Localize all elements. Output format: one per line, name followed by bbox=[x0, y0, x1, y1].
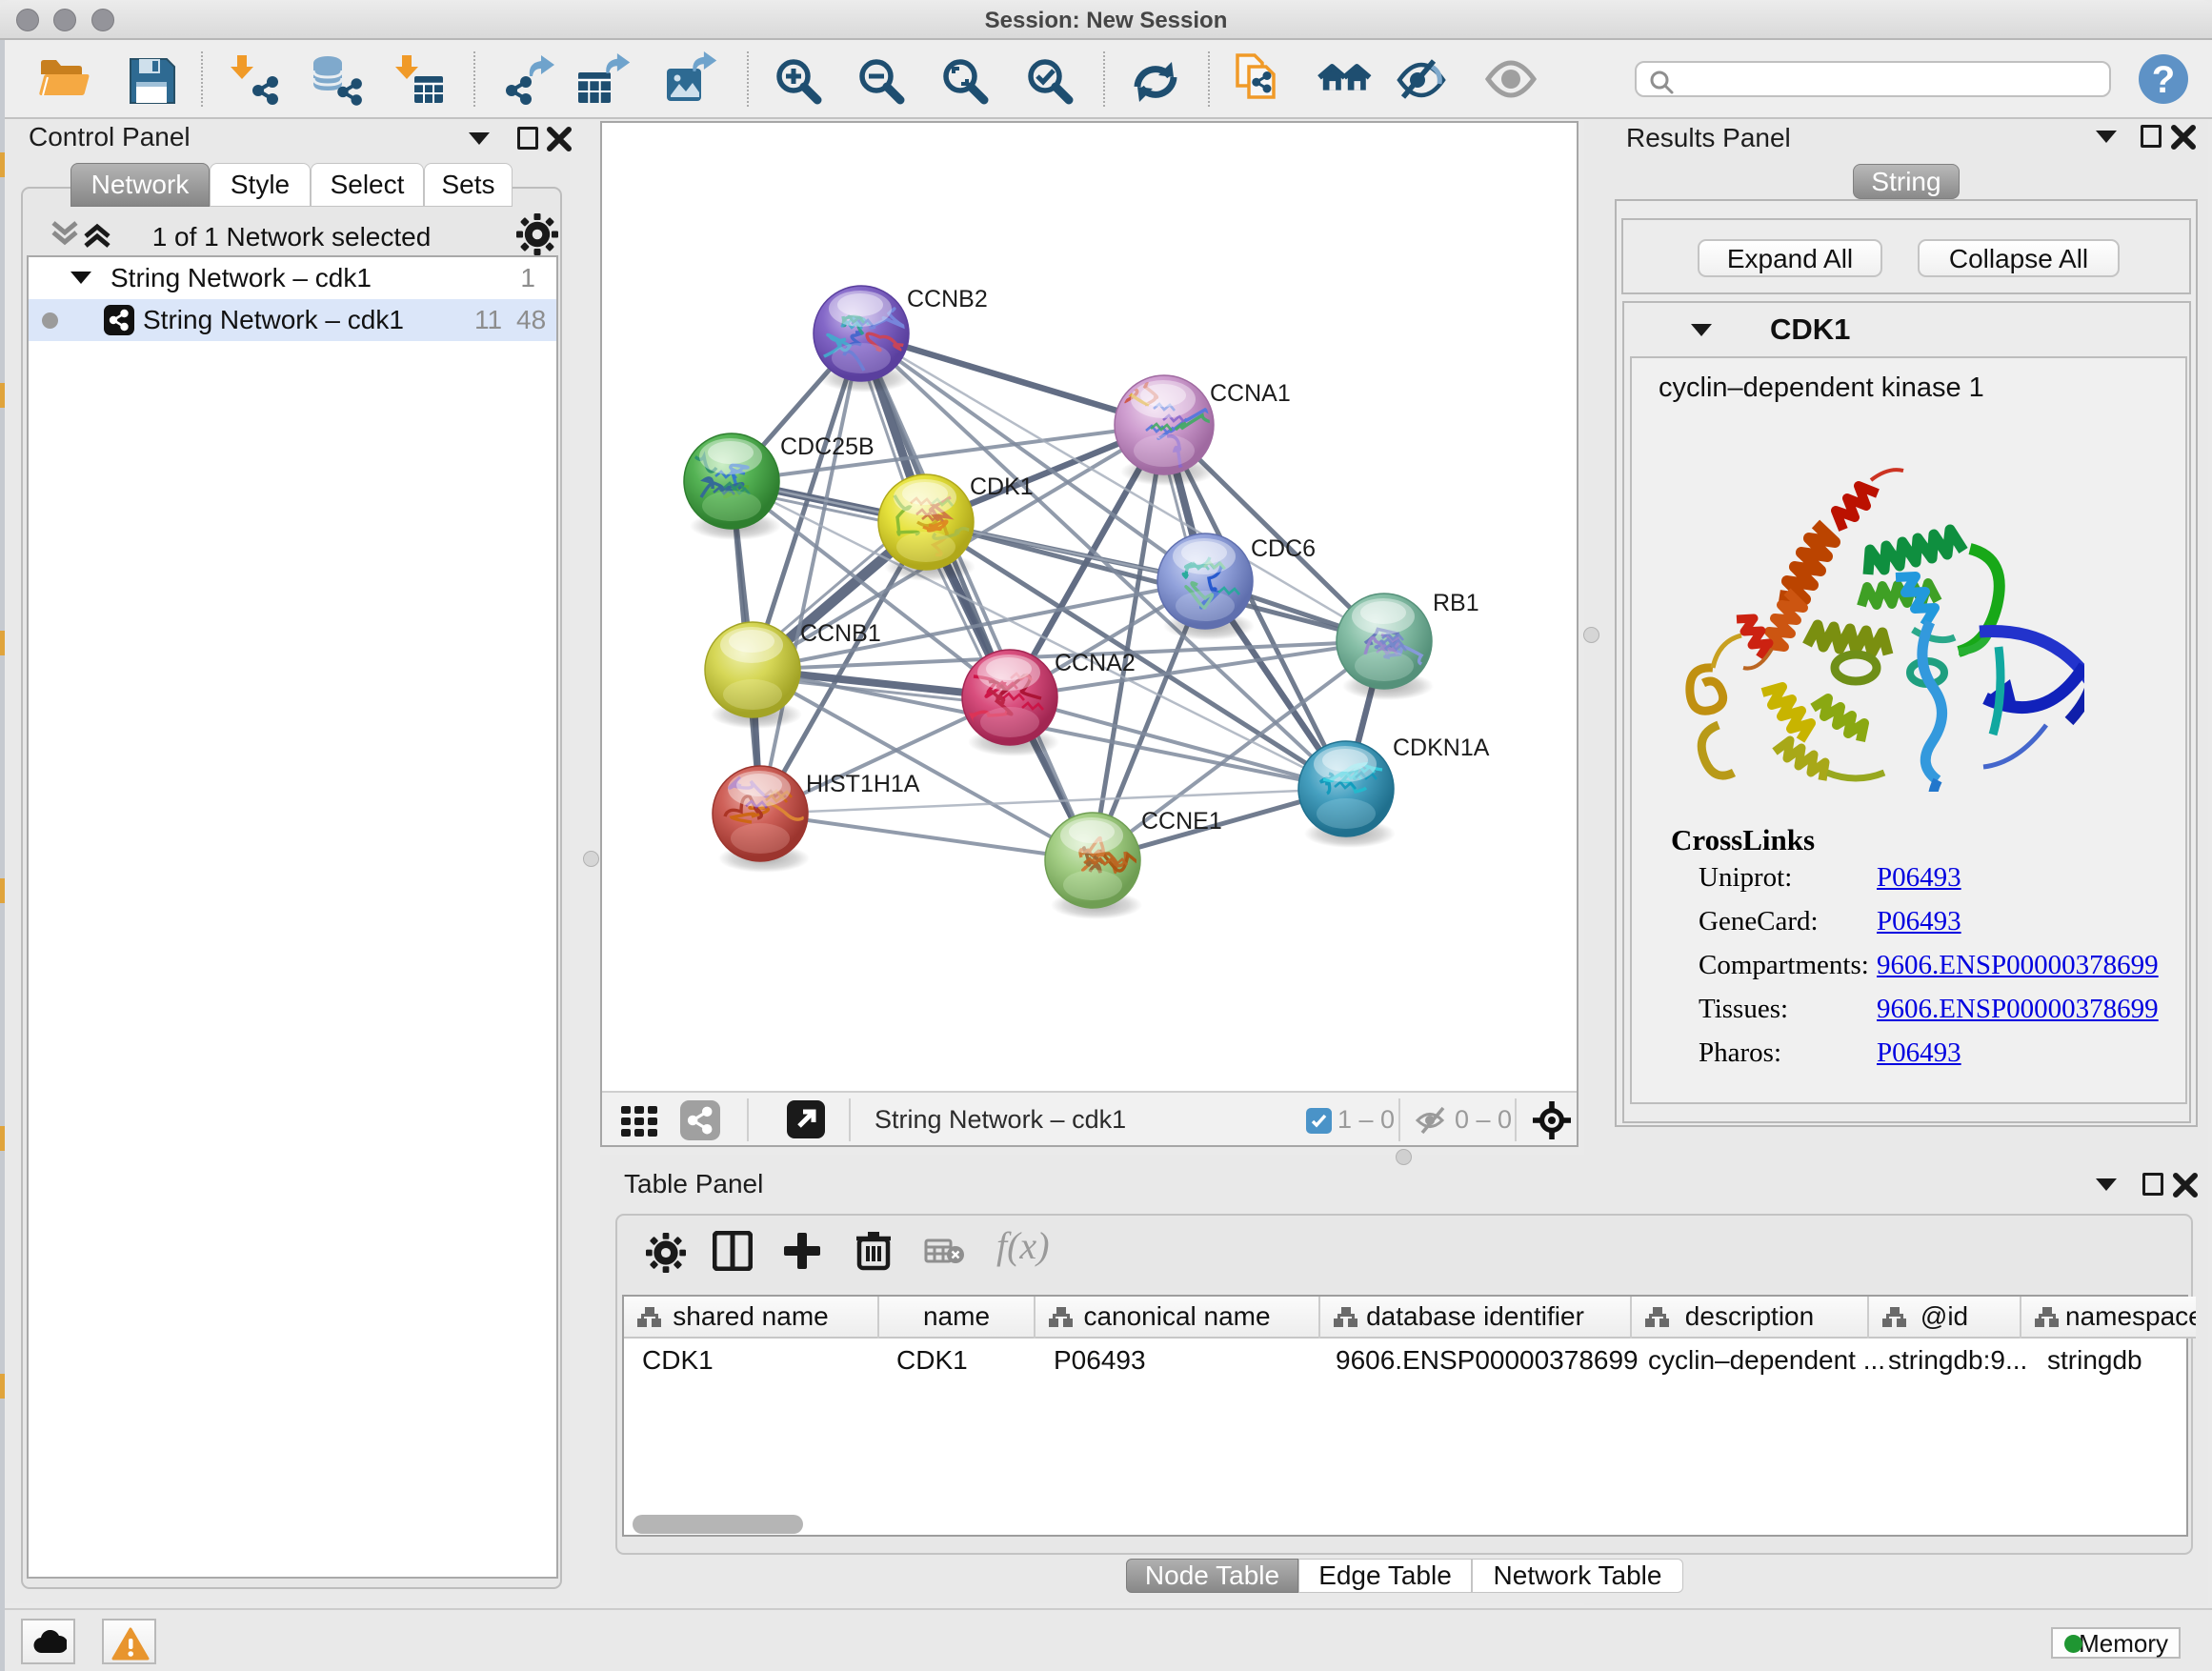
svg-text:CDC25B: CDC25B bbox=[780, 433, 875, 460]
svg-text:CCNA1: CCNA1 bbox=[1210, 380, 1291, 407]
svg-text:CDK1: CDK1 bbox=[970, 473, 1034, 500]
svg-text:HIST1H1A: HIST1H1A bbox=[806, 771, 920, 797]
svg-text:CDKN1A: CDKN1A bbox=[1393, 735, 1490, 761]
svg-text:CCNE1: CCNE1 bbox=[1141, 808, 1222, 835]
svg-text:CCNB2: CCNB2 bbox=[907, 286, 988, 312]
svg-text:CCNA2: CCNA2 bbox=[1055, 650, 1136, 676]
svg-text:RB1: RB1 bbox=[1433, 590, 1479, 616]
svg-text:?: ? bbox=[2152, 59, 2175, 101]
svg-text:CCNB1: CCNB1 bbox=[800, 620, 881, 647]
svg-text:CDC6: CDC6 bbox=[1251, 535, 1316, 562]
